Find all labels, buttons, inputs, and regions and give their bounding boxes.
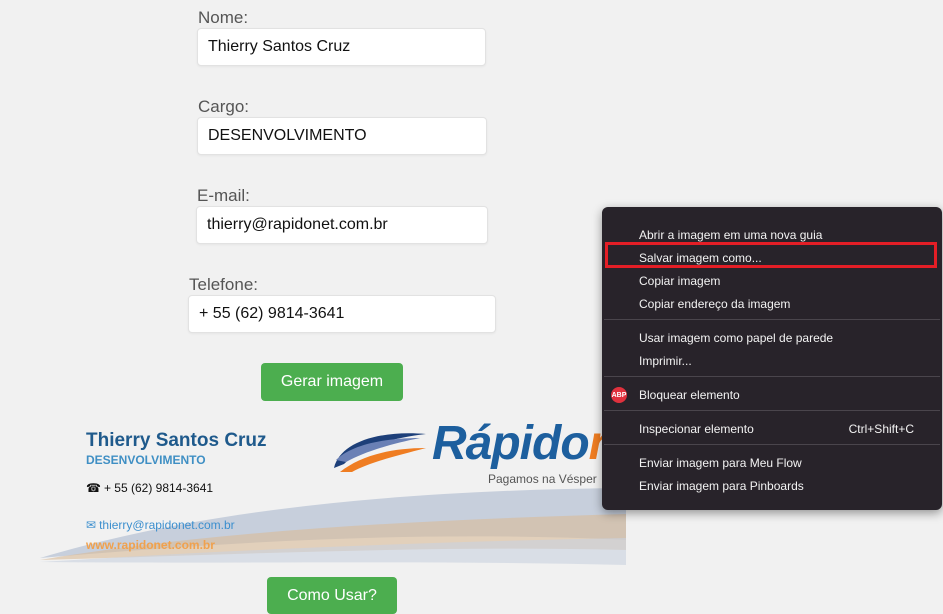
menu-item-label: Bloquear elemento	[639, 388, 740, 402]
signature-phone-text: + 55 (62) 9814-3641	[103, 481, 214, 495]
signature-role: DESENVOLVIMENTO	[86, 453, 206, 467]
menu-item-send-to-my-flow[interactable]: Enviar imagem para Meu Flow	[602, 452, 942, 474]
menu-separator	[604, 444, 940, 445]
envelope-icon: ✉	[86, 518, 97, 532]
menu-item-inspect-element[interactable]: Inspecionar elemento Ctrl+Shift+C	[602, 418, 942, 440]
signature-name: Thierry Santos Cruz	[86, 430, 267, 451]
phone-label: Telefone:	[189, 275, 258, 294]
menu-item-set-wallpaper[interactable]: Usar imagem como papel de parede	[602, 327, 942, 349]
menu-item-label: Enviar imagem para Meu Flow	[639, 456, 802, 470]
how-to-use-button[interactable]: Como Usar?	[267, 577, 397, 614]
role-input[interactable]: DESENVOLVIMENTO	[197, 117, 487, 155]
menu-item-block-element[interactable]: ABP Bloquear elemento	[602, 384, 942, 406]
phone-input[interactable]: + 55 (62) 9814-3641	[188, 295, 496, 333]
menu-item-label: Imprimir...	[639, 354, 692, 368]
menu-separator	[604, 319, 940, 320]
menu-item-send-to-pinboards[interactable]: Enviar imagem para Pinboards	[602, 475, 942, 497]
signature-phone: ☎ + 55 (62) 9814-3641	[86, 481, 213, 495]
menu-item-label: Usar imagem como papel de parede	[639, 331, 834, 345]
menu-separator	[604, 410, 940, 411]
menu-item-shortcut: Ctrl+Shift+C	[848, 422, 914, 436]
menu-item-label: Abrir a imagem em uma nova guia	[639, 228, 823, 242]
menu-item-label: Copiar endereço da imagem	[639, 297, 791, 311]
logo-slogan: Pagamos na Vésper	[488, 472, 597, 486]
email-input[interactable]: thierry@rapidonet.com.br	[196, 206, 488, 244]
logo-main-text: Rápido	[432, 417, 590, 470]
signature-email: ✉ thierry@rapidonet.com.br	[86, 518, 235, 532]
menu-item-label: Copiar imagem	[639, 274, 721, 288]
menu-item-label: Enviar imagem para Pinboards	[639, 479, 804, 493]
email-label: E-mail:	[197, 186, 250, 205]
generate-image-button[interactable]: Gerar imagem	[261, 363, 403, 401]
signature-website: www.rapidonet.com.br	[86, 538, 215, 552]
logo-swoosh-icon	[334, 433, 426, 472]
menu-item-label: Inspecionar elemento	[639, 422, 754, 436]
signature-email-text: thierry@rapidonet.com.br	[99, 518, 235, 532]
role-label: Cargo:	[198, 97, 250, 116]
highlight-box	[605, 242, 937, 268]
menu-item-copy-image-address[interactable]: Copiar endereço da imagem	[602, 293, 942, 315]
name-label: Nome:	[198, 8, 249, 27]
menu-item-copy-image[interactable]: Copiar imagem	[602, 270, 942, 292]
menu-item-print[interactable]: Imprimir...	[602, 350, 942, 372]
phone-icon: ☎	[86, 481, 101, 495]
menu-separator	[604, 376, 940, 377]
name-input[interactable]: Thierry Santos Cruz	[197, 28, 486, 66]
adblock-icon: ABP	[611, 387, 627, 403]
